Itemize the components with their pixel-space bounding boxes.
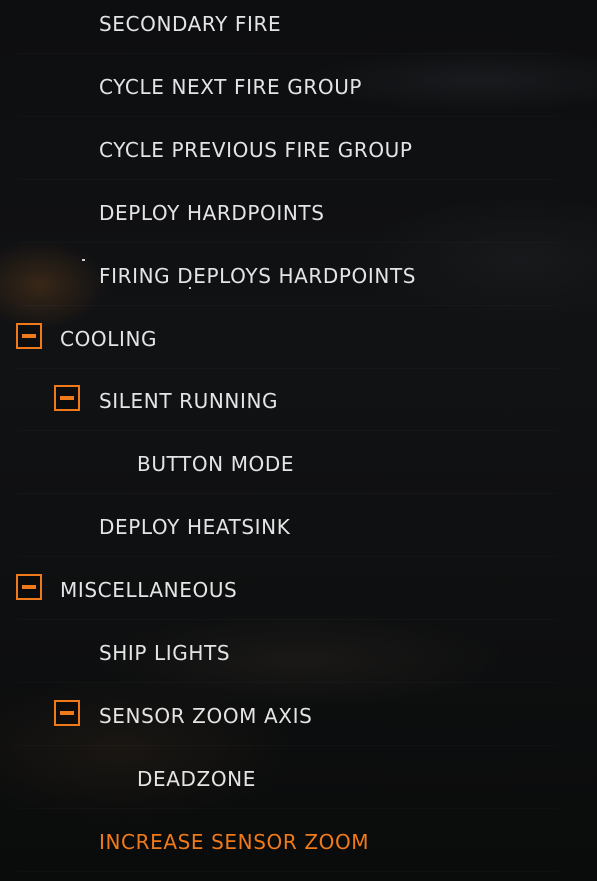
- minus-icon: [22, 334, 36, 338]
- tree-row-label: SHIP LIGHTS: [99, 641, 231, 665]
- tree-row-ship-lights[interactable]: SHIP LIGHTS: [0, 623, 597, 683]
- tree-group-cooling[interactable]: COOLING: [0, 309, 597, 369]
- tree-group-miscellaneous[interactable]: MISCELLANEOUS: [0, 560, 597, 620]
- tree-group-label: COOLING: [60, 327, 158, 351]
- tree-row-label: CYCLE NEXT FIRE GROUP: [99, 75, 363, 99]
- tree-group-label: SENSOR ZOOM AXIS: [99, 704, 313, 728]
- tree-row-button-mode[interactable]: BUTTON MODE: [0, 434, 597, 494]
- tree-group-silent-running[interactable]: SILENT RUNNING: [0, 371, 597, 431]
- tree-row-label: BUTTON MODE: [137, 452, 295, 476]
- tree-row-deadzone[interactable]: DEADZONE: [0, 749, 597, 809]
- tree-row-cycle-next-fire-group[interactable]: CYCLE NEXT FIRE GROUP: [0, 57, 597, 117]
- collapse-toggle-silent-running[interactable]: [54, 385, 80, 411]
- tree-group-label: MISCELLANEOUS: [60, 578, 238, 602]
- tree-row-firing-deploys-hardpoints[interactable]: FIRING DEPLOYS HARDPOINTS: [0, 246, 597, 306]
- minus-icon: [22, 585, 36, 589]
- tree-row-increase-sensor-zoom[interactable]: INCREASE SENSOR ZOOM: [0, 812, 597, 872]
- tree-group-sensor-zoom-axis[interactable]: SENSOR ZOOM AXIS: [0, 686, 597, 746]
- tree-row-cycle-previous-fire-group[interactable]: CYCLE PREVIOUS FIRE GROUP: [0, 120, 597, 180]
- tree-row-label: DEADZONE: [137, 767, 256, 791]
- collapse-toggle-cooling[interactable]: [16, 323, 42, 349]
- background-speck: [82, 259, 85, 261]
- tree-row-deploy-heatsink[interactable]: DEPLOY HEATSINK: [0, 497, 597, 557]
- tree-row-label-selected: INCREASE SENSOR ZOOM: [99, 830, 370, 854]
- tree-row-label: SECONDARY FIRE: [99, 12, 282, 36]
- minus-icon: [60, 711, 74, 715]
- tree-group-label: SILENT RUNNING: [99, 389, 279, 413]
- minus-icon: [60, 396, 74, 400]
- tree-row-label: DEPLOY HEATSINK: [99, 515, 291, 539]
- collapse-toggle-miscellaneous[interactable]: [16, 574, 42, 600]
- tree-row-deploy-hardpoints[interactable]: DEPLOY HARDPOINTS: [0, 183, 597, 243]
- collapse-toggle-sensor-zoom-axis[interactable]: [54, 700, 80, 726]
- tree-row-label: DEPLOY HARDPOINTS: [99, 201, 325, 225]
- tree-row-secondary-fire[interactable]: SECONDARY FIRE: [0, 0, 597, 54]
- tree-row-label: FIRING DEPLOYS HARDPOINTS: [99, 264, 417, 288]
- tree-row-label: CYCLE PREVIOUS FIRE GROUP: [99, 138, 413, 162]
- controls-tree: SECONDARY FIRE CYCLE NEXT FIRE GROUP CYC…: [0, 0, 597, 881]
- background-speck: [189, 287, 191, 289]
